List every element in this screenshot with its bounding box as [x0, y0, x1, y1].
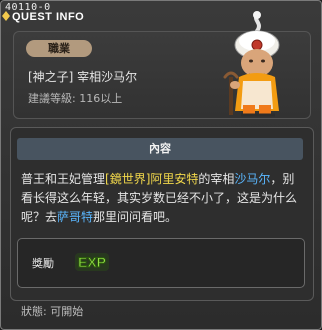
quest-content-panel: 內容 普王和王妃管理[鏡世界]阿里安特的宰相沙马尔，别看长得这么年轻，其实岁数已…	[10, 127, 314, 301]
window-title: QUEST INFO	[12, 11, 85, 23]
quest-info-window: 40110-0 QUEST INFO 職業 [神之子] 宰相沙马尔 建議等級: …	[0, 0, 322, 330]
quest-description: 普王和王妃管理[鏡世界]阿里安特的宰相沙马尔，别看长得这么年轻，其实岁数已经不小…	[21, 170, 305, 227]
npc-portrait	[223, 11, 280, 117]
desc-text-1: 普王和王妃管理	[21, 172, 106, 186]
reward-label: 獎勵	[32, 257, 54, 270]
content-header: 內容	[17, 138, 303, 160]
npc-name: [神之子] 宰相沙马尔	[28, 70, 138, 84]
desc-text-4: 那里问问看吧。	[93, 210, 178, 224]
desc-highlight-npc-2: 萨哥特	[57, 210, 94, 224]
job-label: 職業	[26, 40, 92, 57]
desc-highlight-npc-1: 沙马尔	[234, 172, 271, 186]
exp-text: EXP	[78, 254, 106, 270]
desc-text-2: 的宰相	[198, 172, 235, 186]
reward-panel: 獎勵 EXP	[17, 238, 305, 288]
desc-highlight-location: [鏡世界]阿里安特	[105, 172, 199, 186]
quest-status: 狀態: 可開始	[21, 305, 84, 318]
recommended-level: 建議等級: 116以上	[28, 92, 123, 105]
exp-icon: EXP	[75, 253, 109, 271]
